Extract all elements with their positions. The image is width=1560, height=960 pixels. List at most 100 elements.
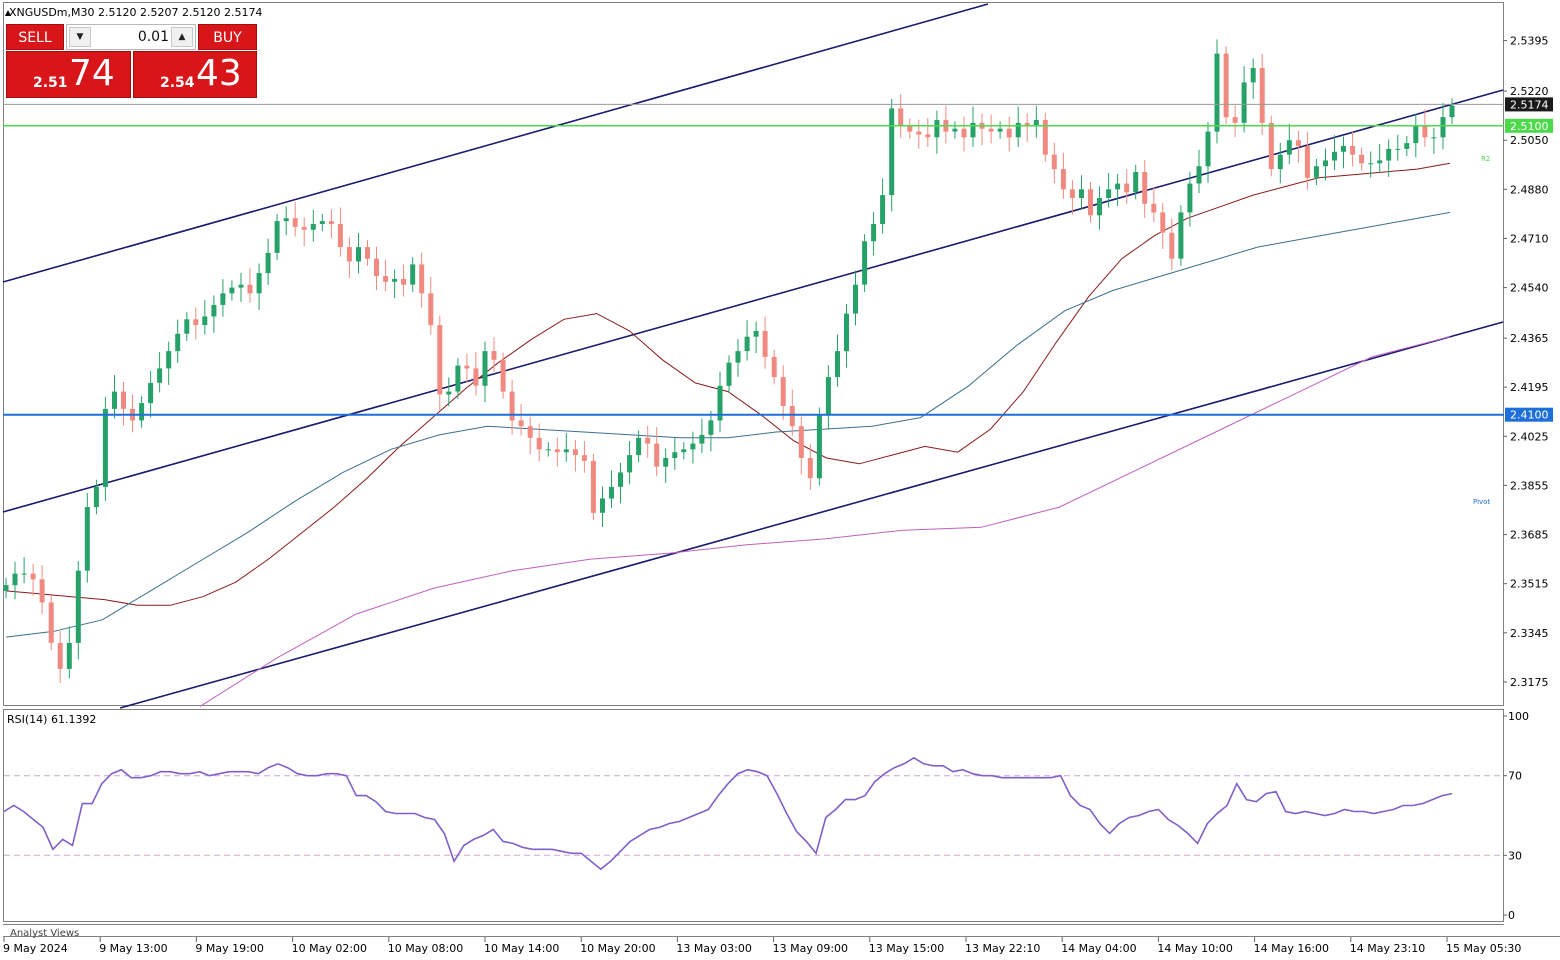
candle-body <box>220 293 226 305</box>
pivot-marker: Pivot <box>1473 498 1490 506</box>
candle <box>889 98 895 212</box>
candle-body <box>1151 203 1157 213</box>
price-tick-label: 2.4025 <box>1510 430 1549 443</box>
candle-body <box>374 258 379 276</box>
candle-body <box>139 403 145 421</box>
candle-body <box>66 642 72 669</box>
candle-body <box>744 336 750 352</box>
candle-body <box>256 273 262 294</box>
candle-body <box>708 420 714 435</box>
sell-price-box[interactable]: 2.51 74 <box>6 51 131 98</box>
candle-body <box>690 443 696 450</box>
time-tick-label: 10 May 20:00 <box>580 942 655 955</box>
candle-body <box>3 585 9 591</box>
candle-body <box>672 452 678 458</box>
candle-body <box>1286 140 1292 155</box>
candle-body <box>1241 82 1247 123</box>
candle <box>590 453 596 521</box>
candle-body <box>1359 154 1365 164</box>
candle-body <box>365 247 370 259</box>
price-tick-label: 2.3685 <box>1510 529 1549 542</box>
candle-body <box>825 377 831 415</box>
candle-body <box>1232 117 1238 123</box>
candle-body <box>491 351 497 360</box>
analyst-views-label: Analyst Views <box>10 928 79 939</box>
time-tick-label: 14 May 16:00 <box>1254 942 1329 955</box>
candle-body <box>184 319 190 334</box>
candle-body <box>301 226 307 230</box>
candle-body <box>1295 140 1301 146</box>
candle-body <box>871 224 877 242</box>
candle-body <box>627 455 633 473</box>
candle-body <box>1079 189 1084 198</box>
price-tick-label: 2.3515 <box>1510 578 1549 591</box>
candle-body <box>328 221 334 224</box>
candle-body <box>925 134 931 138</box>
candle-body <box>392 278 398 282</box>
candle <box>1268 115 1274 177</box>
lot-decrease-icon[interactable]: ▼ <box>69 27 91 47</box>
lot-increase-icon[interactable]: ▲ <box>171 27 193 47</box>
candle-body <box>500 359 506 392</box>
candle-body <box>1205 131 1211 167</box>
time-tick-label: 14 May 23:10 <box>1350 942 1425 955</box>
candle-body <box>862 241 868 285</box>
candle-body <box>988 128 994 132</box>
time-tick-label: 10 May 14:00 <box>484 942 559 955</box>
candle-body <box>1368 163 1374 165</box>
candle-body <box>1097 198 1102 216</box>
candle-body <box>726 362 732 386</box>
candle-body <box>1006 128 1012 138</box>
candle-body <box>57 642 63 669</box>
candle-body <box>102 408 108 487</box>
candle-body <box>916 131 922 135</box>
sell-button[interactable]: SELL <box>6 24 64 50</box>
candle-body <box>1350 146 1356 155</box>
price-tick-label: 2.4540 <box>1510 282 1549 295</box>
candle-body <box>816 414 822 479</box>
candle-body <box>12 573 18 586</box>
candle-body <box>554 449 560 453</box>
candle-body <box>283 218 289 222</box>
price-tick-label: 2.5220 <box>1510 85 1549 98</box>
buy-button[interactable]: BUY <box>198 24 257 50</box>
candle-body <box>663 458 669 467</box>
candle-body <box>771 356 777 378</box>
candle-body <box>1413 125 1419 144</box>
candle-body <box>880 195 886 224</box>
candle-body <box>1124 183 1130 193</box>
candle-body <box>202 316 208 326</box>
candle-body <box>997 128 1003 132</box>
candle-body <box>446 391 452 395</box>
time-tick-label: 14 May 10:00 <box>1157 942 1232 955</box>
price-tick-label: 2.3175 <box>1510 676 1549 689</box>
rsi-tick-label: 70 <box>1508 770 1522 783</box>
candle-body <box>274 221 280 253</box>
candle-body <box>590 460 596 513</box>
candle-body <box>401 278 407 285</box>
candle-body <box>121 391 126 409</box>
candle-body <box>211 304 217 317</box>
time-tick-label: 10 May 02:00 <box>292 942 367 955</box>
candle-body <box>1160 212 1166 233</box>
time-tick-label: 10 May 08:00 <box>388 942 463 955</box>
candle-body <box>907 125 913 132</box>
candle <box>1178 205 1184 266</box>
candle-body <box>319 221 325 224</box>
candle-body <box>1422 125 1428 138</box>
candle-body <box>148 382 154 404</box>
candle-body <box>48 602 54 643</box>
buy-price-box[interactable]: 2.54 43 <box>133 51 257 98</box>
candle-body <box>1142 172 1148 204</box>
candle-body <box>780 377 786 406</box>
candle-body <box>618 472 623 487</box>
lot-size-input[interactable] <box>95 28 169 46</box>
price-tick-label: 2.4365 <box>1510 332 1549 345</box>
price-chart: R2 Pivot 2.5395 2.5220 2.5050 2.4880 2.4710 2.… <box>0 0 1560 960</box>
candle-body <box>383 276 389 282</box>
candle-body <box>572 449 578 456</box>
candle-body <box>762 330 768 357</box>
candle-body <box>1187 183 1193 213</box>
candle-body <box>437 325 443 395</box>
rsi-tick-label: 30 <box>1508 849 1522 862</box>
